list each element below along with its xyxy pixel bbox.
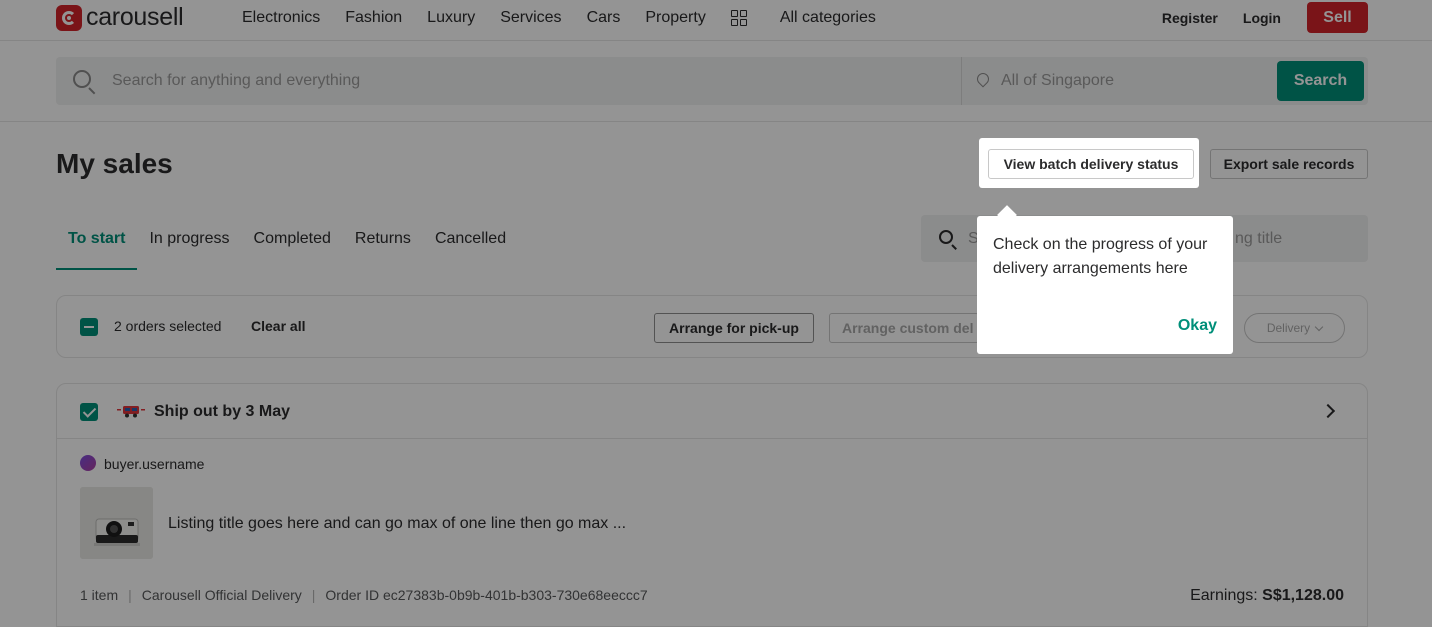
tooltip-text: Check on the progress of your delivery a… [993, 236, 1208, 277]
coachmark-tooltip: Check on the progress of your delivery a… [977, 216, 1233, 354]
okay-button[interactable]: Okay [1178, 317, 1217, 335]
view-batch-delivery-status-button[interactable]: View batch delivery status [988, 149, 1194, 179]
